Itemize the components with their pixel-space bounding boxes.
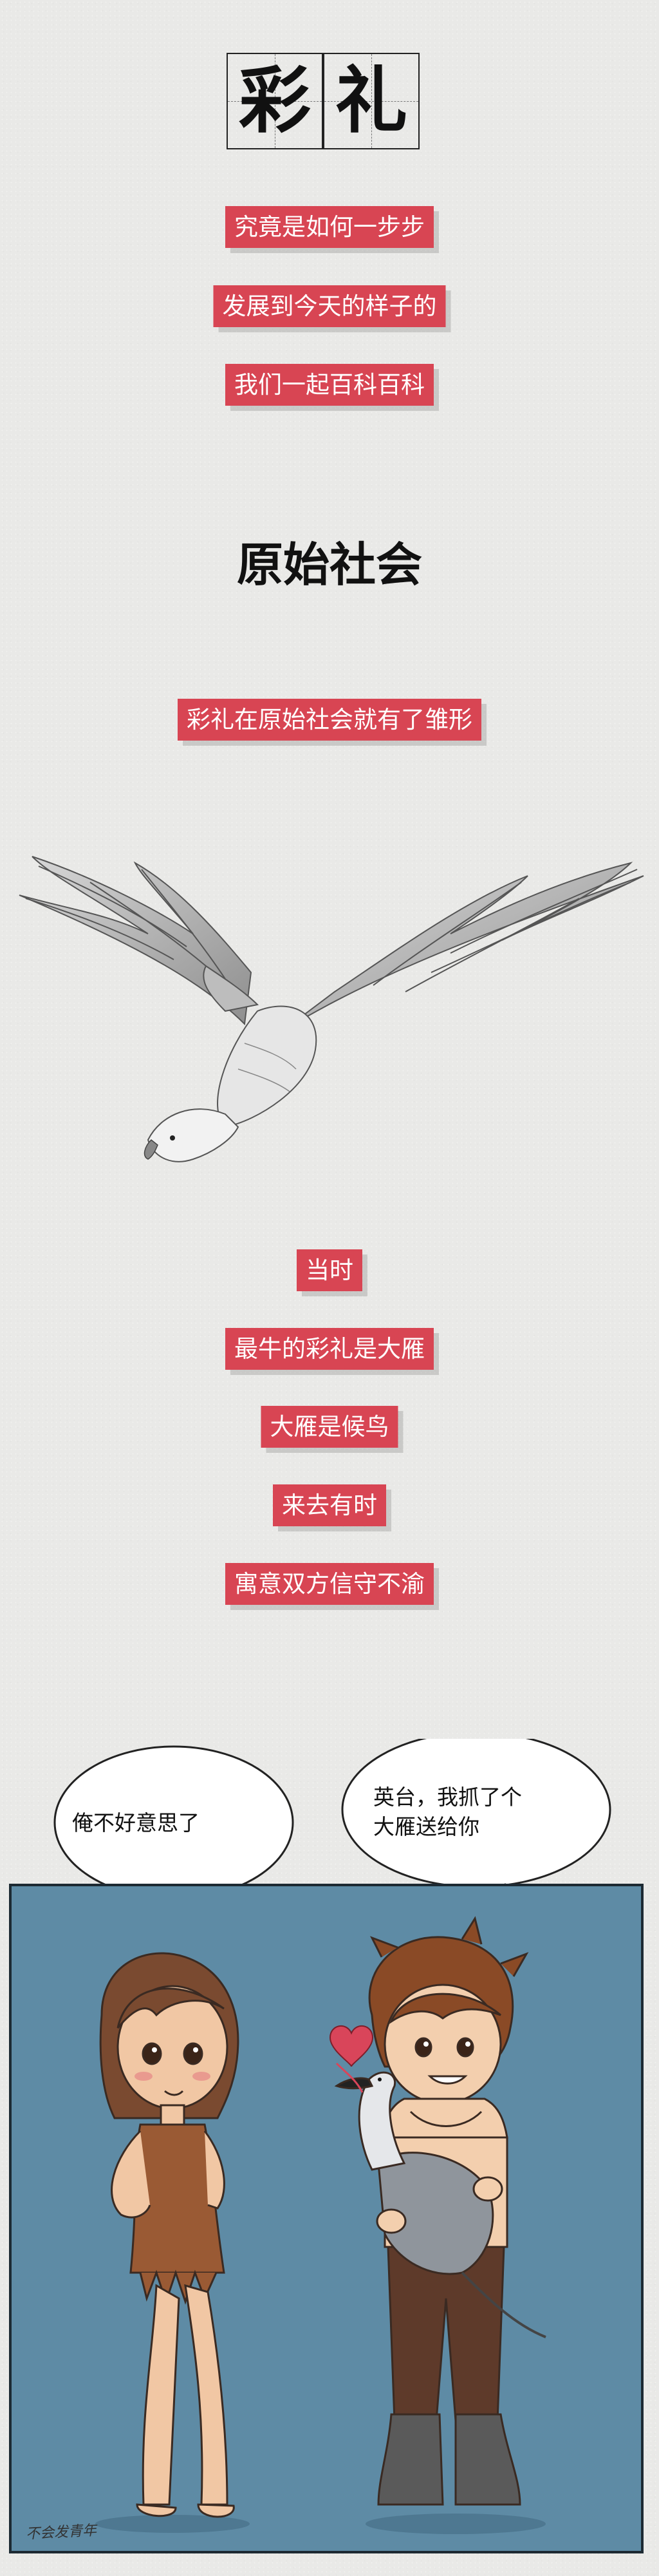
title-char-2: 礼 xyxy=(335,59,407,143)
left-bubble-text: 俺不好意思了 xyxy=(72,1810,200,1835)
title-char-1: 彩 xyxy=(239,59,311,143)
intro-line-3: 我们一起百科百科 xyxy=(225,364,434,406)
right-bubble-text-line2: 大雁送给你 xyxy=(373,1814,479,1839)
flying-eagle-illustration xyxy=(19,856,644,1162)
fact-line-4: 来去有时 xyxy=(273,1484,386,1526)
fact-line-3: 大雁是候鸟 xyxy=(261,1406,398,1448)
comic-characters xyxy=(95,1916,546,2534)
title-box-1: 彩 xyxy=(227,53,323,149)
heart-icon xyxy=(329,2025,374,2067)
artist-signature: 不会发青年 xyxy=(25,2523,97,2543)
fact-line-1: 当时 xyxy=(297,1249,362,1291)
section-heading: 原始社会 xyxy=(236,538,422,592)
intro-line-1: 究竟是如何一步步 xyxy=(225,206,434,248)
title-box-2: 礼 xyxy=(323,53,420,149)
fact-line-5: 寓意双方信守不渝 xyxy=(225,1563,434,1605)
section-subtitle: 彩礼在原始社会就有了雏形 xyxy=(178,699,481,741)
fact-line-2: 最牛的彩礼是大雁 xyxy=(225,1328,434,1370)
intro-line-2: 发展到今天的样子的 xyxy=(213,285,446,327)
right-bubble-text-line1: 英台，我抓了个 xyxy=(373,1785,522,1810)
comic-panel xyxy=(9,1884,644,2553)
boy-character xyxy=(334,1916,546,2506)
girl-character xyxy=(99,1952,239,2518)
